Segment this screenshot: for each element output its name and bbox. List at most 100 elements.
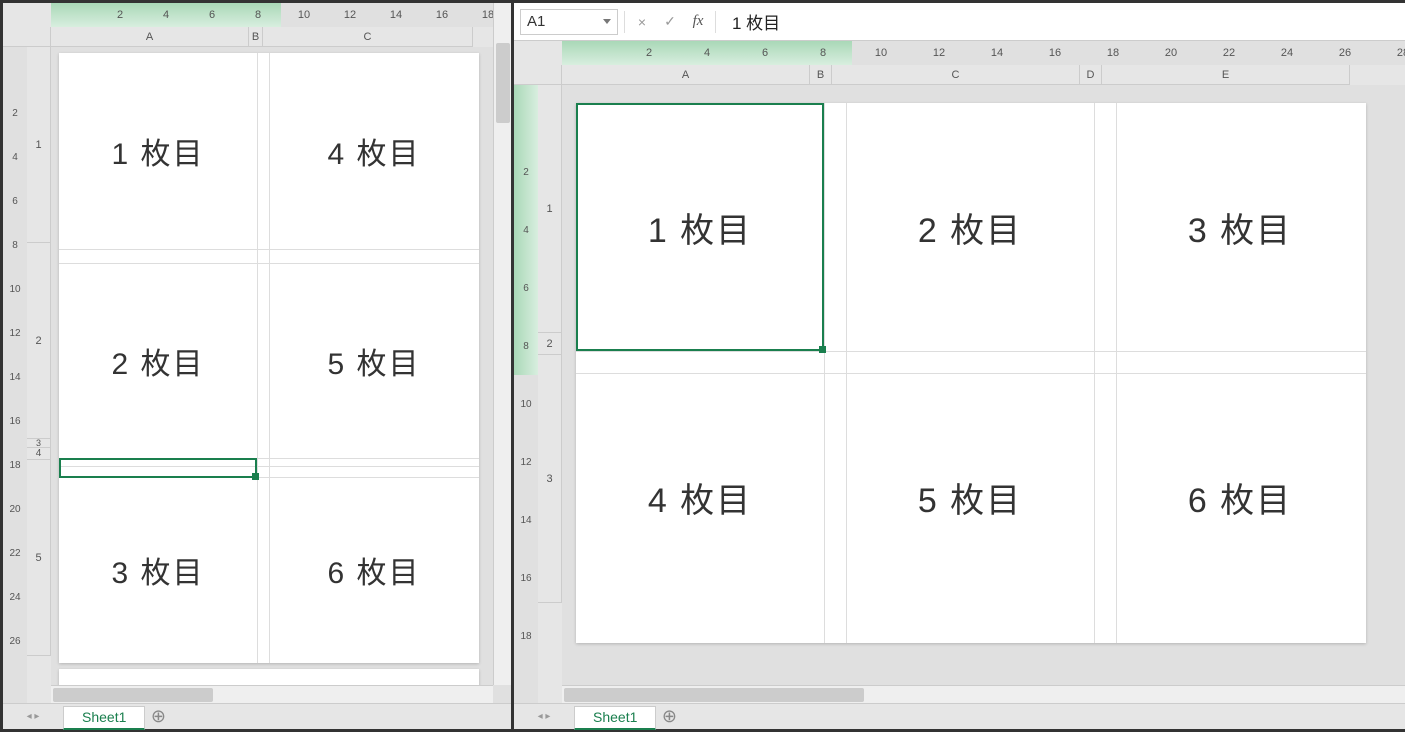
cell-a3[interactable]: 4 枚目 (576, 373, 824, 621)
ruler-num: 4 (163, 9, 169, 21)
ruler-num: 24 (1281, 47, 1293, 59)
ruler-num: 2 (646, 47, 652, 59)
split-view: 2 4 6 8 10 12 14 16 18 A B C 2 4 6 8 (0, 0, 1405, 732)
cell-e1[interactable]: 3 枚目 (1116, 103, 1364, 351)
vruler-num: 6 (12, 196, 18, 207)
col-header-c[interactable]: C (263, 27, 473, 47)
cell-a1[interactable]: 1 枚目 (576, 103, 824, 351)
ruler-num: 8 (820, 47, 826, 59)
ruler-num: 26 (1339, 47, 1351, 59)
vruler-num: 24 (9, 592, 20, 603)
left-pane: 2 4 6 8 10 12 14 16 18 A B C 2 4 6 8 (3, 3, 514, 729)
horizontal-ruler-right[interactable]: 2 4 6 8 10 12 14 16 18 20 22 24 26 28 (562, 41, 1405, 65)
row-header-2[interactable]: 2 (27, 243, 51, 439)
vruler-num: 18 (520, 631, 531, 642)
formula-bar: A1 × ✓ fx 1 枚目 (514, 3, 1405, 41)
horizontal-ruler-left[interactable]: 2 4 6 8 10 12 14 16 18 (51, 3, 511, 27)
vruler-num: 8 (523, 341, 529, 352)
sheet-tab[interactable]: Sheet1 (574, 706, 656, 730)
ruler-num: 12 (933, 47, 945, 59)
vruler-num: 16 (9, 416, 20, 427)
row-header-2[interactable]: 2 (538, 333, 562, 355)
select-all-corner[interactable] (3, 27, 51, 47)
col-header-a[interactable]: A (51, 27, 249, 47)
vruler-num: 14 (520, 515, 531, 526)
selection-box (59, 458, 257, 478)
row-headers-left: 1 2 3 4 5 (27, 47, 51, 729)
name-box[interactable]: A1 (520, 9, 618, 35)
vruler-num: 10 (9, 284, 20, 295)
row-header-3[interactable]: 3 (538, 355, 562, 603)
sheet-area-left[interactable]: 1 枚目 4 枚目 2 枚目 5 枚目 3 枚目 6 枚目 (51, 47, 511, 729)
formula-content[interactable]: 1 枚目 (722, 9, 780, 34)
horizontal-scrollbar-right[interactable] (562, 685, 1405, 703)
tab-nav[interactable]: ◂ ▸ (514, 711, 574, 722)
vruler-num: 12 (9, 328, 20, 339)
cancel-formula-button[interactable]: × (631, 11, 653, 33)
vertical-ruler-right[interactable]: 2 4 6 8 10 12 14 16 18 (514, 85, 538, 729)
ruler-num: 8 (255, 9, 261, 21)
vruler-num: 16 (520, 573, 531, 584)
confirm-formula-button[interactable]: ✓ (659, 11, 681, 33)
vruler-num: 2 (523, 167, 529, 178)
vruler-num: 12 (520, 457, 531, 468)
cell-c1[interactable]: 2 枚目 (846, 103, 1094, 351)
vruler-num: 14 (9, 372, 20, 383)
horizontal-scrollbar-left[interactable] (51, 685, 493, 703)
ruler-num: 20 (1165, 47, 1177, 59)
vruler-num: 26 (9, 636, 20, 647)
fx-button[interactable]: fx (687, 11, 709, 33)
cell-a2[interactable]: 2 枚目 (59, 263, 257, 459)
ruler-num: 28 (1397, 47, 1405, 59)
col-header-a[interactable]: A (562, 65, 810, 85)
tab-nav[interactable]: ◂ ▸ (3, 711, 63, 722)
ruler-num: 16 (436, 9, 448, 21)
ruler-num: 10 (875, 47, 887, 59)
row-headers-right: 1 2 3 (538, 85, 562, 729)
cell-c2[interactable]: 5 枚目 (269, 263, 479, 459)
ruler-num: 4 (704, 47, 710, 59)
vruler-num: 2 (12, 108, 18, 119)
row-header-3[interactable]: 3 (27, 439, 51, 448)
ruler-num: 6 (209, 9, 215, 21)
vruler-num: 4 (523, 225, 529, 236)
vertical-ruler-left[interactable]: 2 4 6 8 10 12 14 16 18 20 22 24 26 (3, 47, 27, 729)
cell-c3[interactable]: 5 枚目 (846, 373, 1094, 621)
cell-e3[interactable]: 6 枚目 (1116, 373, 1364, 621)
vruler-num: 22 (9, 548, 20, 559)
vruler-num: 20 (9, 504, 20, 515)
row-header-1[interactable]: 1 (538, 85, 562, 333)
cell-a5[interactable]: 3 枚目 (59, 477, 257, 663)
cell-c5[interactable]: 6 枚目 (269, 477, 479, 663)
cell-c1[interactable]: 4 枚目 (269, 53, 479, 249)
row-header-5[interactable]: 5 (27, 460, 51, 656)
right-pane: A1 × ✓ fx 1 枚目 2 4 6 8 10 12 14 16 18 20… (514, 3, 1405, 729)
select-all-corner[interactable] (514, 65, 562, 85)
col-header-d[interactable]: D (1080, 65, 1102, 85)
ruler-num: 14 (991, 47, 1003, 59)
sheet-area-right[interactable]: 1 枚目 2 枚目 3 枚目 4 枚目 5 枚目 6 枚目 (562, 85, 1405, 729)
row-header-4[interactable]: 4 (27, 448, 51, 460)
ruler-num: 16 (1049, 47, 1061, 59)
sheet-tab[interactable]: Sheet1 (63, 706, 145, 730)
ruler-num: 2 (117, 9, 123, 21)
vertical-scrollbar-left[interactable] (493, 3, 511, 685)
tab-bar-left: ◂ ▸ Sheet1 ⊕ (3, 703, 511, 729)
vruler-num: 4 (12, 152, 18, 163)
name-box-value: A1 (527, 13, 545, 30)
chevron-down-icon[interactable] (603, 19, 611, 24)
vruler-num: 6 (523, 283, 529, 294)
row-header-1[interactable]: 1 (27, 47, 51, 243)
ruler-num: 14 (390, 9, 402, 21)
col-header-b[interactable]: B (810, 65, 832, 85)
ruler-num: 12 (344, 9, 356, 21)
vruler-num: 18 (9, 460, 20, 471)
ruler-num: 22 (1223, 47, 1235, 59)
col-header-b[interactable]: B (249, 27, 263, 47)
ruler-num: 18 (1107, 47, 1119, 59)
col-header-c[interactable]: C (832, 65, 1080, 85)
new-sheet-button[interactable]: ⊕ (656, 704, 682, 730)
cell-a1[interactable]: 1 枚目 (59, 53, 257, 249)
new-sheet-button[interactable]: ⊕ (145, 704, 171, 730)
col-header-e[interactable]: E (1102, 65, 1350, 85)
